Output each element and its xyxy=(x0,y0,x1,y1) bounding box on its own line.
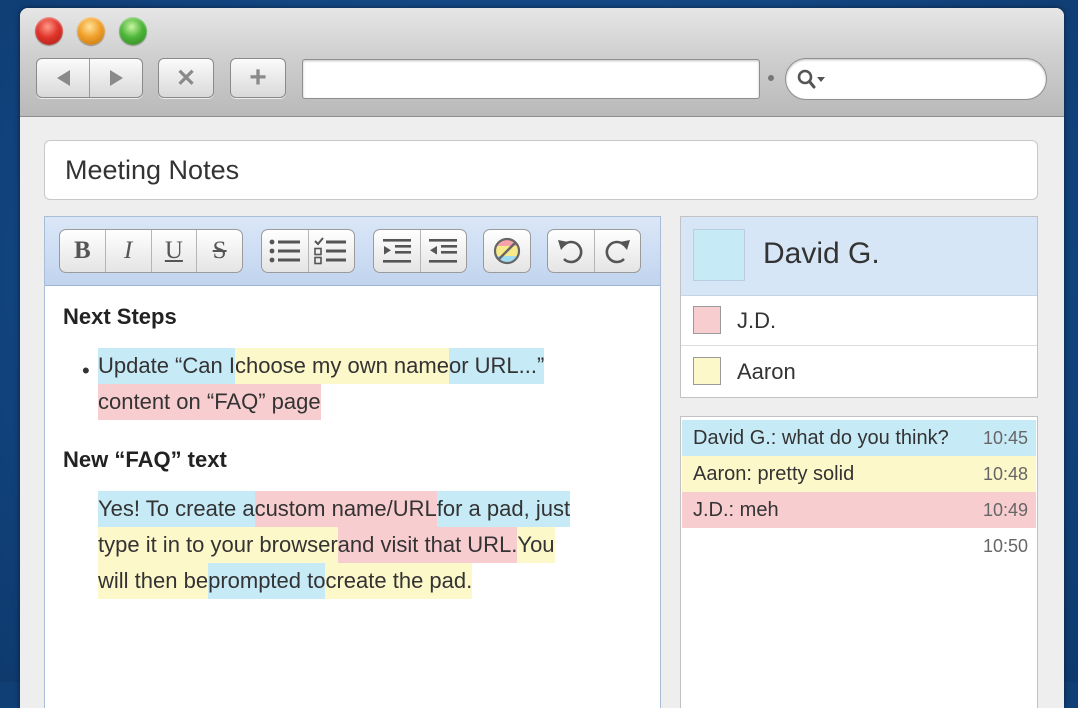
paragraph-line: type it in to your browser and visit tha… xyxy=(98,527,555,563)
strikethrough-icon: S xyxy=(212,237,227,264)
bold-icon: B xyxy=(74,237,91,264)
color-button-group xyxy=(483,229,531,273)
heading-next-steps: Next Steps xyxy=(63,304,177,329)
search-input[interactable] xyxy=(785,58,1047,100)
strikethrough-button[interactable]: S xyxy=(197,230,242,272)
text-span: or URL...” xyxy=(448,348,545,384)
redo-icon xyxy=(605,240,631,264)
chat-message: Aaron: pretty solid 10:48 xyxy=(682,456,1036,492)
close-x-icon: ✕ xyxy=(175,64,197,92)
user-row-self: David G. xyxy=(681,217,1037,296)
user-color-swatch[interactable] xyxy=(693,229,745,281)
text-span: content on “FAQ” page xyxy=(98,384,321,420)
chat-message-time: 10:50 xyxy=(982,536,1028,556)
indent-button[interactable] xyxy=(374,230,421,272)
plus-icon: + xyxy=(249,61,267,94)
zoom-window-button[interactable] xyxy=(119,17,147,45)
back-forward-group xyxy=(36,58,143,98)
url-input[interactable] xyxy=(302,59,760,99)
task-list-button[interactable] xyxy=(309,230,355,272)
format-button-group: B I U S xyxy=(59,229,243,273)
text-span: and visit that URL. xyxy=(337,527,518,563)
undo-icon xyxy=(557,240,583,264)
bullet-list-icon xyxy=(269,239,300,263)
app-content: Meeting Notes B I U S Next Steps • Updat… xyxy=(20,117,1064,708)
underline-icon: U xyxy=(164,237,183,264)
authorship-colors-icon xyxy=(493,237,521,265)
browser-window: ✕ + Meeting Notes B I U S Next Steps • U… xyxy=(20,8,1064,708)
outdent-button[interactable] xyxy=(421,230,467,272)
pad-title-input[interactable]: Meeting Notes xyxy=(44,140,1038,200)
list-item-line: Update “Can I choose my own name or URL.… xyxy=(98,348,545,384)
user-color-swatch xyxy=(693,357,721,385)
bold-button[interactable]: B xyxy=(60,230,106,272)
chat-message-text: J.D.: meh xyxy=(693,499,779,521)
user-color-swatch xyxy=(693,306,721,334)
chat-message: J.D.: meh 10:49 xyxy=(682,492,1036,528)
text-span: will then be xyxy=(98,563,209,599)
text-span: create the pad. xyxy=(325,563,473,599)
text-span: for a pad, just xyxy=(436,491,571,527)
history-button-group xyxy=(547,229,641,273)
minimize-window-button[interactable] xyxy=(77,17,105,45)
forward-button[interactable] xyxy=(90,59,142,97)
chat-message-text: David G.: what do you think? xyxy=(693,427,949,449)
italic-button[interactable]: I xyxy=(106,230,152,272)
indent-button-group xyxy=(373,229,467,273)
italic-icon: I xyxy=(123,237,133,264)
list-button-group xyxy=(261,229,355,273)
list-item-line: content on “FAQ” page xyxy=(98,384,321,420)
user-name: J.D. xyxy=(737,308,777,333)
chat-message-time: 10:45 xyxy=(982,428,1028,448)
underline-button[interactable]: U xyxy=(152,230,198,272)
undo-button[interactable] xyxy=(548,230,595,272)
search-icon[interactable] xyxy=(796,68,826,90)
text-span: Yes! To create a xyxy=(98,491,255,527)
chat-message-time: 10:49 xyxy=(982,500,1028,520)
user-list: David G. J.D. Aaron xyxy=(680,216,1038,398)
list-bullet: • xyxy=(82,358,90,383)
text-span: prompted to xyxy=(208,563,326,599)
stop-button[interactable]: ✕ xyxy=(158,58,214,98)
paragraph-line: Yes! To create a custom name/URL for a p… xyxy=(98,491,571,527)
user-name: Aaron xyxy=(737,359,796,384)
chat-message-time: 10:48 xyxy=(982,464,1028,484)
forward-arrow-icon xyxy=(109,70,123,86)
clear-authorship-button[interactable] xyxy=(484,230,530,272)
editor-toolbar: B I U S xyxy=(45,217,660,286)
bullet-list-button[interactable] xyxy=(262,230,309,272)
new-tab-button[interactable]: + xyxy=(230,58,286,98)
text-span: type it in to your browser xyxy=(98,527,338,563)
close-window-button[interactable] xyxy=(35,17,63,45)
chat-message: David G.: what do you think? 10:45 xyxy=(682,420,1036,456)
chat-panel: David G.: what do you think? 10:45 Aaron… xyxy=(680,416,1038,708)
text-span: choose my own name xyxy=(234,348,449,384)
chat-message: 10:50 xyxy=(682,528,1036,564)
text-span: custom name/URL xyxy=(254,491,437,527)
outdent-icon xyxy=(429,239,458,263)
text-span: Update “Can I xyxy=(98,348,235,384)
text-editor[interactable]: B I U S Next Steps • Update “Can Ichoose… xyxy=(44,216,661,708)
indent-icon xyxy=(382,239,411,263)
chat-message-text: Aaron: pretty solid xyxy=(693,463,855,485)
browser-toolbar: ✕ + xyxy=(20,8,1064,117)
checklist-icon xyxy=(314,237,347,265)
text-span: You xyxy=(517,527,555,563)
url-dropdown-icon[interactable] xyxy=(768,75,774,81)
user-row: Aaron xyxy=(681,346,1037,396)
heading-new-faq-text: New “FAQ” text xyxy=(63,447,227,472)
user-name-input[interactable]: David G. xyxy=(763,237,880,271)
user-row: J.D. xyxy=(681,295,1037,346)
back-button[interactable] xyxy=(37,59,89,97)
paragraph-line: will then be prompted to create the pad. xyxy=(98,563,473,599)
redo-button[interactable] xyxy=(595,230,641,272)
back-arrow-icon xyxy=(56,70,70,86)
